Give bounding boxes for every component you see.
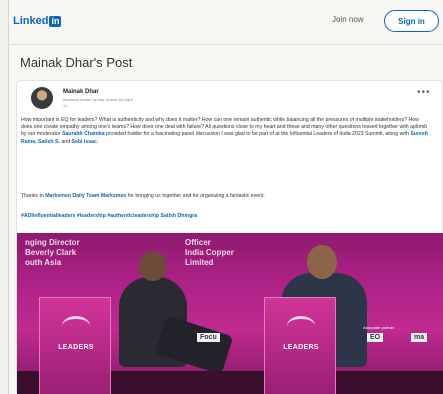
sponsor-logo-3: ma [411, 333, 428, 342]
mention-moderator[interactable]: Saurabh Chamba [62, 131, 105, 137]
author-name[interactable]: Mainak Dhar [63, 89, 99, 95]
banner-right-line-3: Limited [185, 258, 214, 267]
banner-left-line-3: outh Asia [25, 258, 62, 267]
author-headline: Business leader by day, author by night [63, 97, 133, 102]
post-image[interactable]: nging Director Beverly Clark outh Asia O… [17, 233, 443, 394]
mention-panelist-2[interactable]: Satish S. [38, 139, 60, 145]
mention-organizer[interactable]: Marksmen Daily Team Marksmen [45, 193, 126, 199]
post-body: How important is EQ for leaders? What is… [21, 117, 431, 146]
post-card: Mainak Dhar Business leader by day, auth… [16, 80, 443, 394]
body-text-4: and [59, 138, 72, 145]
podium-right: LEADERS [264, 297, 336, 394]
crown-emblem-icon [62, 316, 90, 336]
banner-left-line-2: Beverly Clark [25, 248, 77, 257]
join-now-button[interactable]: Join now [332, 15, 364, 24]
sign-in-button[interactable]: Sign in [384, 10, 439, 32]
post-time: 1d [63, 103, 68, 108]
sponsor-logo-1: Focu [197, 333, 220, 342]
banner-left-line-1: nging Director [25, 238, 80, 247]
banner-right-line-1: Officer [185, 238, 211, 247]
sponsor-label: Associate partner [363, 325, 395, 330]
post-hashtags[interactable]: #ADIinfluentialleaders #leadership #auth… [21, 213, 431, 219]
crown-emblem-icon [287, 316, 315, 336]
logo-in-badge: in [49, 15, 62, 27]
avatar[interactable] [31, 87, 53, 109]
page-title: Mainak Dhar's Post [20, 55, 133, 70]
sponsor-logo-2: EO [367, 333, 384, 342]
post-thanks: Thanks to Marksmen Daily Team Marksmen f… [21, 193, 431, 200]
podium-left: LEADERS [39, 297, 111, 394]
linkedin-logo[interactable]: Linked in [13, 15, 62, 27]
top-bar: Linked in Join now Sign in [8, 0, 443, 44]
ellipsis-icon[interactable]: ••• [417, 87, 431, 98]
banner-right-line-2: India Copper [185, 248, 234, 257]
speaker-2-head [307, 245, 337, 279]
speaker-1-head [139, 251, 167, 281]
banner-right: Officer India Copper Limited [185, 238, 234, 268]
podium-left-text: LEADERS [58, 344, 94, 351]
body-text-5: . [96, 138, 99, 145]
thanks-text-2: for bringing us together and for organiz… [126, 193, 265, 199]
mention-panelist-3[interactable]: Sebi Issac [72, 139, 97, 145]
header-divider [8, 44, 443, 45]
logo-text: Linked [13, 15, 49, 27]
podium-right-text: LEADERS [283, 344, 319, 351]
thanks-text-1: Thanks to [21, 193, 46, 199]
banner-left: nging Director Beverly Clark outh Asia [25, 238, 80, 268]
body-text-2: provided fodder for a fascinating panel … [104, 131, 411, 138]
